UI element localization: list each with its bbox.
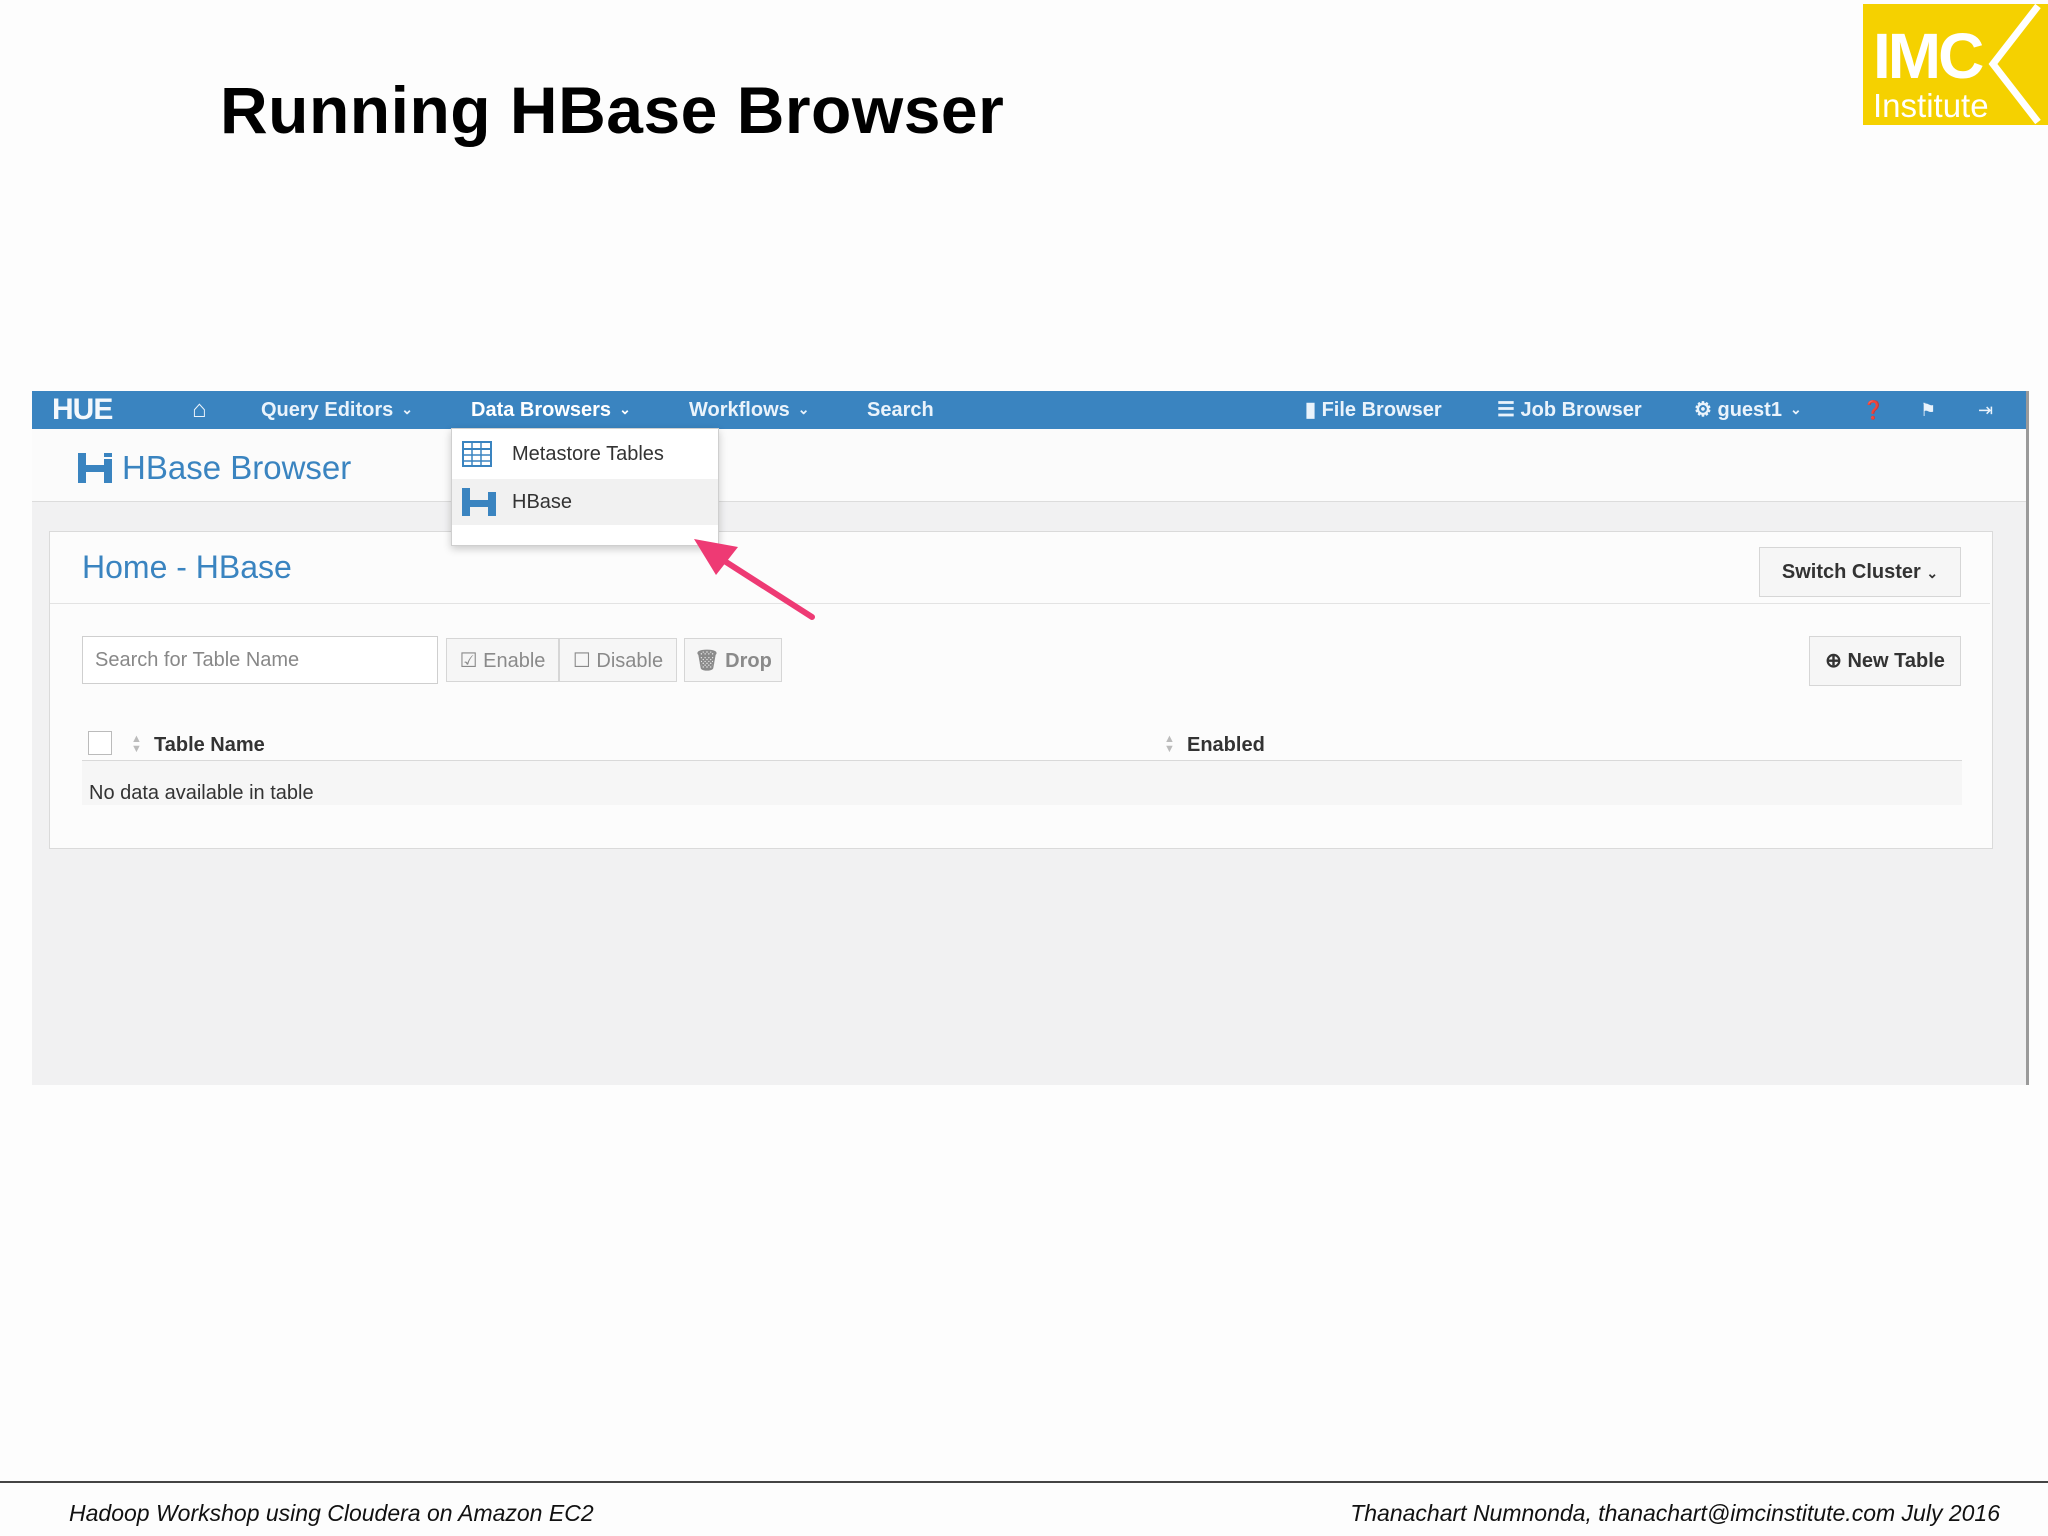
chevron-down-icon: ⌄: [619, 401, 631, 417]
nav-user-menu[interactable]: ⚙ guest1 ⌄: [1694, 391, 1802, 429]
nav-query-editors[interactable]: Query Editors ⌄: [261, 391, 413, 429]
app-title: HBase Browser: [122, 449, 352, 486]
enable-button[interactable]: ☑ Enable: [446, 638, 559, 682]
chevron-down-icon: ⌄: [797, 401, 810, 417]
table-row: [82, 761, 1962, 805]
hue-logo[interactable]: HUE: [52, 391, 113, 429]
logout-icon[interactable]: ⇥: [1978, 391, 1993, 429]
empty-table-message: No data available in table: [89, 782, 314, 804]
help-icon[interactable]: ❓: [1862, 391, 1884, 429]
data-browsers-dropdown: Metastore Tables HBase: [451, 428, 719, 546]
new-table-button[interactable]: ⊕ New Table: [1809, 636, 1961, 686]
search-input[interactable]: [82, 636, 438, 684]
imc-institute-logo: IMC Institute: [1863, 4, 2048, 125]
checkbox-empty-icon: ☐: [572, 650, 591, 672]
slide-title: Running HBase Browser: [220, 73, 1005, 147]
footer-divider: [0, 1481, 2048, 1483]
sort-icon[interactable]: ▲ ▼: [131, 734, 142, 755]
chevron-down-icon: ⌄: [1789, 401, 1802, 417]
nav-data-browsers[interactable]: Data Browsers ⌄: [471, 391, 631, 429]
chevron-down-icon: ⌄: [401, 401, 413, 417]
plus-circle-icon: ⊕: [1825, 650, 1842, 672]
hbase-icon: [462, 488, 496, 516]
breadcrumb[interactable]: Home - HBase: [82, 549, 292, 586]
file-icon: ▮: [1305, 399, 1317, 421]
nav-search[interactable]: Search: [867, 391, 934, 429]
menu-item-metastore-tables[interactable]: Metastore Tables: [452, 431, 718, 477]
top-navbar: HUE ⌂ Query Editors ⌄ Data Browsers ⌄ Work…: [32, 391, 2026, 429]
sort-icon[interactable]: ▲ ▼: [1164, 734, 1175, 755]
table-header-row: [82, 720, 1962, 761]
disable-button[interactable]: ☐ Disable: [559, 638, 677, 682]
select-all-checkbox[interactable]: [88, 731, 112, 755]
gears-icon: ⚙: [1694, 399, 1712, 421]
column-enabled[interactable]: Enabled: [1187, 734, 1265, 757]
drop-button[interactable]: 🗑 Drop: [684, 638, 782, 682]
chevron-down-icon: ⌄: [1926, 565, 1939, 581]
list-icon: ☰: [1497, 399, 1515, 421]
nav-workflows[interactable]: Workflows ⌄: [689, 391, 810, 429]
divider: [50, 603, 1990, 604]
menu-item-hbase[interactable]: HBase: [452, 479, 718, 525]
home-icon[interactable]: ⌂: [192, 391, 207, 429]
switch-cluster-button[interactable]: Switch Cluster ⌄: [1759, 547, 1961, 597]
footer-author: Thanachart Numnonda, thanachart@imcinsti…: [1350, 1500, 2000, 1526]
nav-job-browser[interactable]: ☰ Job Browser: [1497, 391, 1642, 429]
nav-file-browser[interactable]: ▮ File Browser: [1305, 391, 1442, 429]
hbase-icon: [78, 453, 112, 483]
flag-icon[interactable]: ⚑: [1920, 391, 1936, 429]
logo-chevron-icon: [1988, 4, 2041, 125]
hue-screenshot: HUE ⌂ Query Editors ⌄ Data Browsers ⌄ Work…: [32, 391, 2029, 1085]
checkbox-checked-icon: ☑: [459, 650, 478, 672]
footer-course: Hadoop Workshop using Cloudera on Amazon…: [69, 1500, 594, 1526]
column-table-name[interactable]: Table Name: [154, 734, 265, 757]
table-icon: [462, 441, 492, 467]
trash-icon: 🗑: [694, 650, 720, 672]
